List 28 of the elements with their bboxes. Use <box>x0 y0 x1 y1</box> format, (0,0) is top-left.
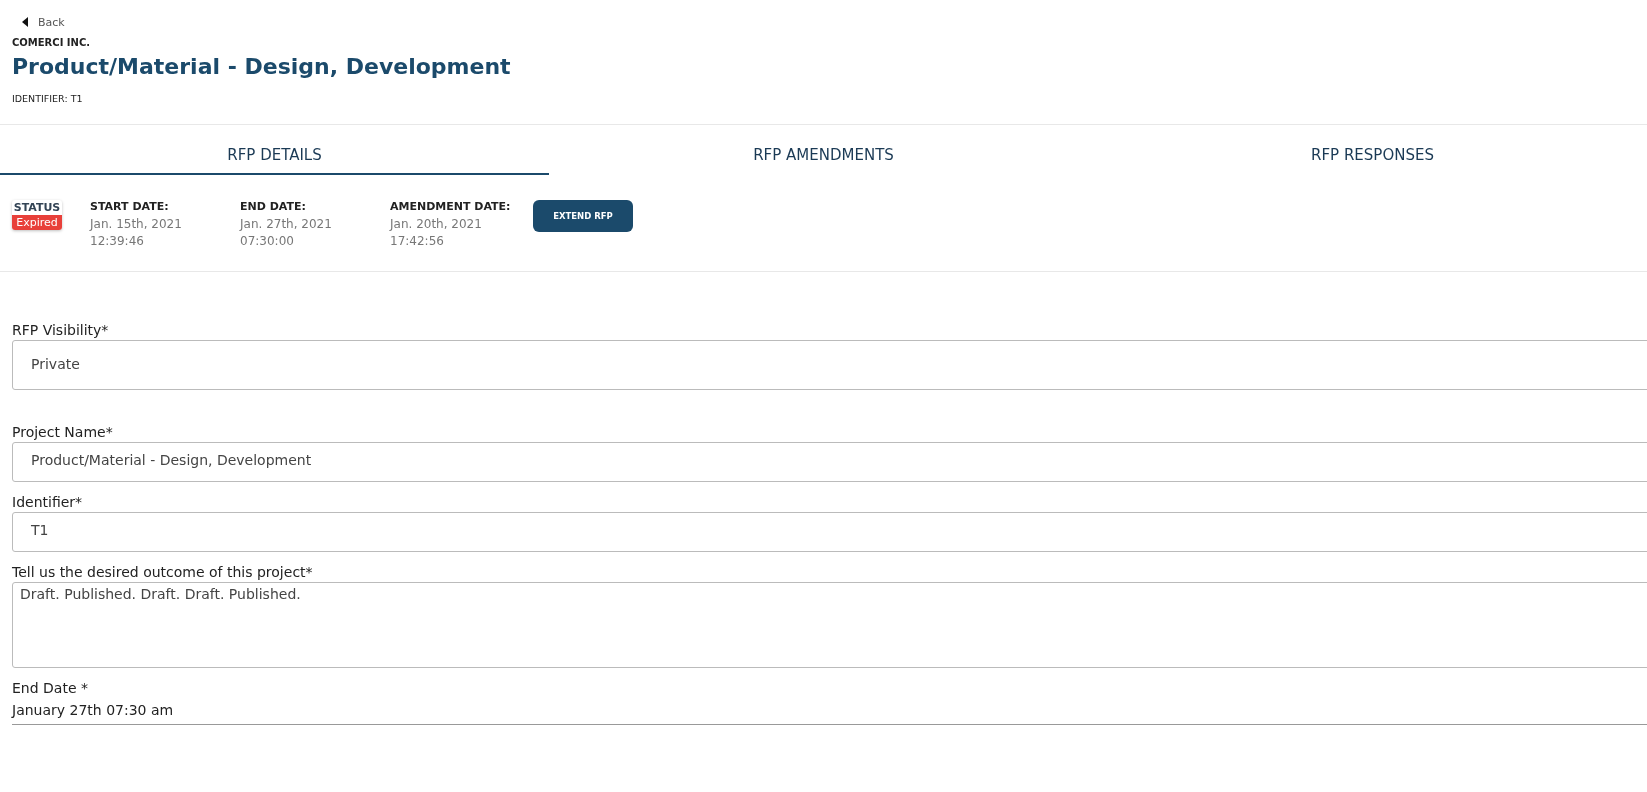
date-label: START DATE: <box>90 200 170 213</box>
tab[interactable]: RFP AMENDMENTS <box>549 137 1098 175</box>
field-label: Identifier* <box>12 494 84 510</box>
date-value: Jan. 27th, 2021 <box>240 216 333 233</box>
date-field[interactable]: January 27th 07:30 am <box>12 698 1647 725</box>
date-label: END DATE: <box>240 200 307 213</box>
select-field[interactable]: Private <box>12 340 1647 390</box>
date-value: Jan. 20th, 2021 <box>390 216 483 233</box>
caret-left-icon <box>22 17 28 27</box>
identifier-text: IDENTIFIER: T1 <box>12 93 84 104</box>
field-label: Tell us the desired outcome of this project* <box>12 564 314 580</box>
extend-rfp-button[interactable]: EXTEND RFP <box>533 200 633 232</box>
back-link[interactable]: Back <box>22 14 65 30</box>
tab[interactable]: RFP RESPONSES <box>1098 137 1647 175</box>
date-value: Jan. 15th, 2021 <box>90 216 183 233</box>
time-value: 07:30:00 <box>240 233 295 250</box>
field-label: RFP Visibility* <box>12 322 110 338</box>
page-title: Product/Material - Design, Development <box>12 54 512 79</box>
textarea-field[interactable]: Draft. Published. Draft. Draft. Published. <box>12 582 1647 668</box>
time-value: 12:39:46 <box>90 233 145 250</box>
input-field[interactable]: Product/Material - Design, Development <box>12 442 1647 482</box>
field-label: End Date * <box>12 680 89 696</box>
date-label: AMENDMENT DATE: <box>390 200 512 213</box>
field-label: Project Name* <box>12 424 114 440</box>
input-field[interactable]: T1 <box>12 512 1647 552</box>
tab[interactable]: RFP DETAILS <box>0 137 549 175</box>
company-name: COMERCI INC. <box>12 37 92 48</box>
time-value: 17:42:56 <box>390 233 445 250</box>
